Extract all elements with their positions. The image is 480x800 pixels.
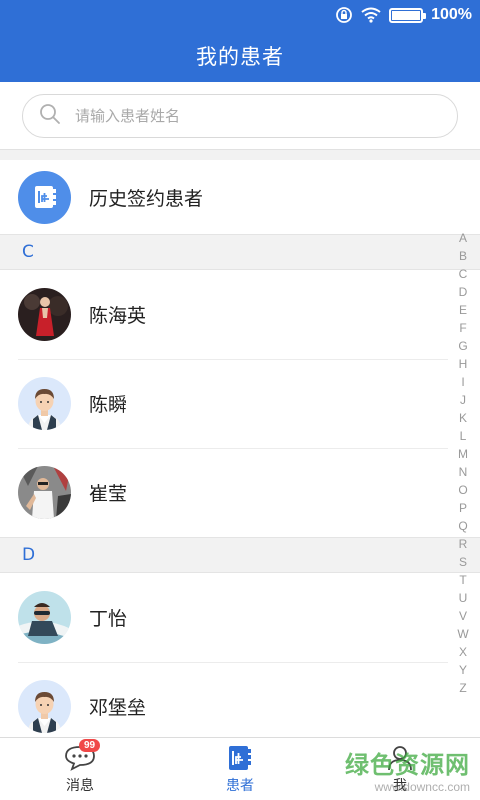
page-title: 我的患者 — [196, 45, 284, 69]
avatar — [18, 377, 71, 430]
tab-messages[interactable]: 99 消息 — [0, 738, 160, 800]
section-header-d: D — [0, 537, 480, 573]
unread-badge: 99 — [79, 739, 101, 752]
index-letter[interactable]: G — [458, 337, 467, 355]
patient-list[interactable]: 历史签约患者 C 陈海英 陈瞬 崔莹 D 丁怡 邓堡垒 — [0, 160, 480, 737]
patient-name: 邓堡垒 — [89, 697, 147, 719]
index-letter[interactable]: C — [459, 265, 468, 283]
status-bar: 100% — [0, 0, 480, 30]
avatar — [18, 288, 71, 341]
section-header-c: C — [0, 234, 480, 270]
index-letter[interactable]: N — [459, 463, 468, 481]
avatar — [18, 591, 71, 644]
tab-patients[interactable]: 患者 — [160, 738, 320, 800]
tab-label: 消息 — [66, 778, 94, 794]
patient-row[interactable]: 邓堡垒 — [0, 662, 480, 737]
index-letter[interactable]: T — [459, 571, 466, 589]
battery-fill — [392, 10, 421, 20]
patient-row[interactable]: 崔莹 — [0, 448, 480, 537]
search-box[interactable] — [22, 94, 458, 138]
index-letter[interactable]: M — [458, 445, 468, 463]
patient-row[interactable]: 陈海英 — [0, 270, 480, 359]
index-letter[interactable]: L — [460, 427, 467, 445]
search-area — [0, 82, 480, 150]
history-patients-label: 历史签约患者 — [89, 187, 204, 210]
patient-name: 丁怡 — [89, 608, 128, 630]
index-letter[interactable]: Z — [459, 679, 466, 697]
index-letter[interactable]: F — [459, 319, 466, 337]
battery-percent: 100% — [431, 6, 472, 23]
patient-record-icon — [18, 170, 71, 224]
index-letter[interactable]: D — [459, 283, 468, 301]
patient-name: 崔莹 — [89, 483, 128, 505]
patient-name: 陈海英 — [89, 305, 147, 327]
patient-name: 陈瞬 — [89, 394, 128, 416]
index-letter[interactable]: W — [457, 625, 468, 643]
section-letter: C — [22, 242, 34, 262]
patient-row[interactable]: 陈瞬 — [0, 359, 480, 448]
index-letter[interactable]: E — [459, 301, 467, 319]
index-letter[interactable]: R — [459, 535, 468, 553]
index-letter[interactable]: B — [459, 247, 467, 265]
index-letter[interactable]: U — [459, 589, 468, 607]
watermark-text: 绿色资源网 — [345, 751, 470, 779]
index-letter[interactable]: S — [459, 553, 467, 571]
avatar — [18, 680, 71, 733]
index-letter[interactable]: K — [459, 409, 467, 427]
rotation-lock-icon — [335, 6, 353, 24]
search-input[interactable] — [75, 107, 435, 125]
section-letter: D — [22, 545, 36, 565]
index-letter[interactable]: J — [460, 391, 466, 409]
battery-icon — [389, 7, 427, 23]
avatar — [18, 466, 71, 519]
tab-label: 患者 — [226, 778, 254, 794]
index-letter[interactable]: A — [459, 229, 467, 247]
index-letter[interactable]: O — [458, 481, 467, 499]
history-patients-row[interactable]: 历史签约患者 — [0, 160, 480, 234]
watermark: 绿色资源网 www.downcc.com — [345, 745, 470, 794]
index-letter[interactable]: Y — [459, 661, 467, 679]
wifi-icon — [361, 7, 381, 23]
patient-record-icon — [226, 743, 254, 773]
index-letter[interactable]: X — [459, 643, 467, 661]
title-bar: 我的患者 — [0, 30, 480, 82]
index-letter[interactable]: Q — [458, 517, 467, 535]
index-letter[interactable]: V — [459, 607, 467, 625]
search-icon — [39, 103, 61, 129]
patient-row[interactable]: 丁怡 — [0, 573, 480, 662]
index-letter[interactable]: P — [459, 499, 467, 517]
watermark-url: www.downcc.com — [374, 780, 470, 794]
alphabet-index-bar[interactable]: ABCDEFGHIJKLMNOPQRSTUVWXYZ — [456, 229, 470, 697]
index-letter[interactable]: H — [459, 355, 468, 373]
index-letter[interactable]: I — [461, 373, 464, 391]
chat-bubble-icon: 99 — [63, 739, 101, 773]
